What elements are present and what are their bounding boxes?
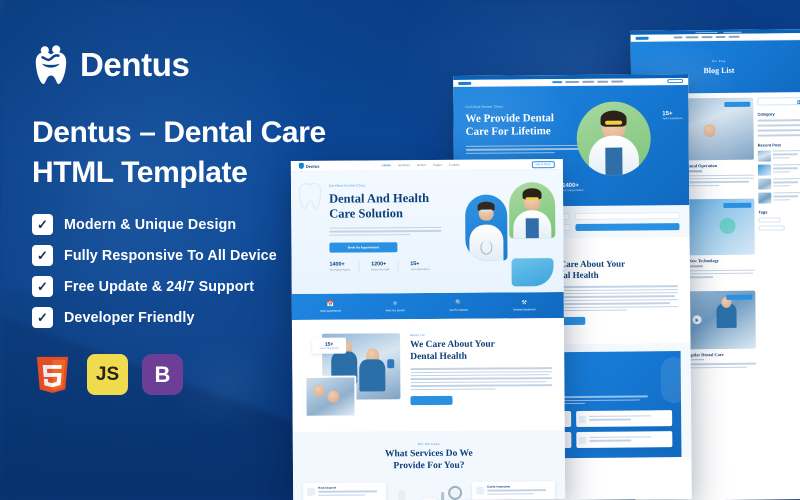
tag-chip[interactable]: [758, 217, 781, 223]
about-eyebrow: About Us: [545, 251, 678, 256]
form-email-input[interactable]: [574, 212, 680, 220]
services-eyebrow: Our Services: [417, 441, 440, 447]
feature-item: ✓ Free Update & 24/7 Support: [32, 276, 372, 298]
wallet-icon: [579, 415, 587, 423]
post-tag-badge: [724, 101, 751, 107]
nav-item-contact[interactable]: Contact: [449, 163, 460, 167]
nav-item-home[interactable]: Home: [382, 163, 391, 167]
tech-badge-list: JS B: [32, 354, 372, 396]
javascript-icon: JS: [87, 354, 128, 396]
hero-eyebrow: Certified Dental Clinic: [465, 104, 504, 109]
clock-icon: [579, 436, 587, 444]
blog-sidebar: Category Recent Post Tags: [757, 97, 800, 370]
nav-cta-button[interactable]: [667, 79, 684, 84]
inspection-icon: [476, 486, 485, 495]
recent-post-item[interactable]: [757, 164, 800, 176]
video-play-icon[interactable]: [692, 315, 702, 325]
hero-title-line1: We Provide Dental: [465, 112, 554, 125]
feature-label: Free Update & 24/7 Support: [64, 278, 255, 295]
why-card[interactable]: [576, 431, 673, 449]
headline-line-1: Dentus – Dental Care: [32, 116, 326, 149]
about-read-more-button[interactable]: [410, 395, 453, 406]
blog-search-input[interactable]: [757, 97, 800, 106]
check-icon: ✓: [32, 307, 53, 329]
main-services: Our Services What Services Do We Provide…: [292, 430, 566, 500]
nav-logo-icon: [635, 36, 649, 40]
feature-item: ✓ Fully Responsive To All Device: [32, 245, 372, 267]
post-tag-badge: [726, 294, 753, 300]
feature-label: Fully Responsive To All Device: [64, 247, 277, 264]
brand-name: Dentus: [80, 46, 190, 83]
sidebar-category-title: Category: [757, 111, 775, 117]
hero-stat: 1200+ Doctor And Staff: [371, 261, 399, 272]
about-eyebrow: About Us: [410, 333, 425, 338]
hero-stat: 15+ Years Experience: [662, 111, 683, 121]
feature-list: ✓ Modern & Unique Design ✓ Fully Respons…: [32, 214, 372, 329]
dentus-tooth-logo-icon: [32, 44, 70, 86]
hero-doctor-male-photo: [465, 194, 508, 261]
nav-item-services[interactable]: Services: [398, 163, 410, 167]
bootstrap-label: B: [154, 361, 171, 387]
strip-item[interactable]: ⚒ Dentistry Equipment: [513, 300, 536, 311]
nav-logo-icon: [458, 81, 472, 85]
about-title-line2: Dental Health: [410, 351, 467, 362]
check-icon: ✓: [32, 276, 53, 298]
hero-stat: 15+ Years Experience: [410, 261, 430, 272]
service-card[interactable]: Cavity Inspection: [472, 480, 556, 500]
services-title-line2: Provide For You?: [393, 460, 465, 472]
strip-item[interactable]: 🔍 Get The Solution: [449, 300, 468, 311]
tooth-illustration: [392, 481, 466, 500]
post-tag-badge: [723, 202, 752, 209]
check-icon: ✓: [32, 245, 53, 267]
tag-chip[interactable]: [758, 225, 785, 231]
service-card[interactable]: Root Channel: [303, 481, 387, 500]
search-icon: 🔍: [454, 300, 463, 307]
javascript-label: JS: [95, 363, 120, 385]
recent-post-item[interactable]: [757, 150, 800, 162]
sidebar-recent-title: Recent Post: [757, 142, 781, 148]
page-title: Dentus – Dental Care HTML Template: [32, 113, 372, 192]
recent-post-item[interactable]: [758, 178, 800, 190]
tooth-icon: ⚛: [392, 300, 398, 307]
brand-logo: Dentus: [32, 44, 372, 86]
feature-label: Modern & Unique Design: [64, 216, 237, 233]
hero-stat: 1400+ Our Happy Patient: [562, 182, 584, 193]
nav-item-pages[interactable]: Pages: [433, 163, 442, 167]
hero-accent-shape: [511, 258, 554, 287]
form-submit-button[interactable]: [575, 223, 680, 231]
feature-label: Developer Friendly: [64, 309, 195, 326]
hero-doctor-photo: [576, 101, 652, 176]
feature-item: ✓ Developer Friendly: [32, 307, 372, 329]
check-icon: ✓: [32, 214, 53, 236]
headline-line-2: HTML Template: [32, 155, 248, 189]
html5-icon: [32, 354, 73, 395]
sidebar-tags-title: Tags: [758, 209, 768, 215]
hero-title-line2: Care For Lifetime: [465, 125, 551, 139]
bootstrap-icon: B: [142, 354, 183, 396]
recent-post-item[interactable]: [758, 191, 800, 204]
strip-item[interactable]: ⚛ Meet Our Dentist: [386, 301, 405, 312]
about-title-line2: Dental Health: [544, 269, 599, 281]
about-title-line1: We Care About Your: [410, 339, 495, 351]
feature-item: ✓ Modern & Unique Design: [32, 214, 372, 236]
nav-cta-button[interactable]: Get In Touch: [531, 160, 555, 168]
nav-item-doctor[interactable]: Doctor: [417, 163, 426, 167]
promo-copy: Dentus Dentus – Dental Care HTML Templat…: [32, 44, 372, 396]
tools-icon: ⚒: [521, 299, 527, 306]
promo-banner: Our Blog Blog List Technology Made easy …: [0, 0, 800, 500]
why-card[interactable]: [576, 410, 673, 428]
tooth-icon: [307, 487, 316, 496]
hero-doctor-female-photo: [508, 182, 556, 239]
